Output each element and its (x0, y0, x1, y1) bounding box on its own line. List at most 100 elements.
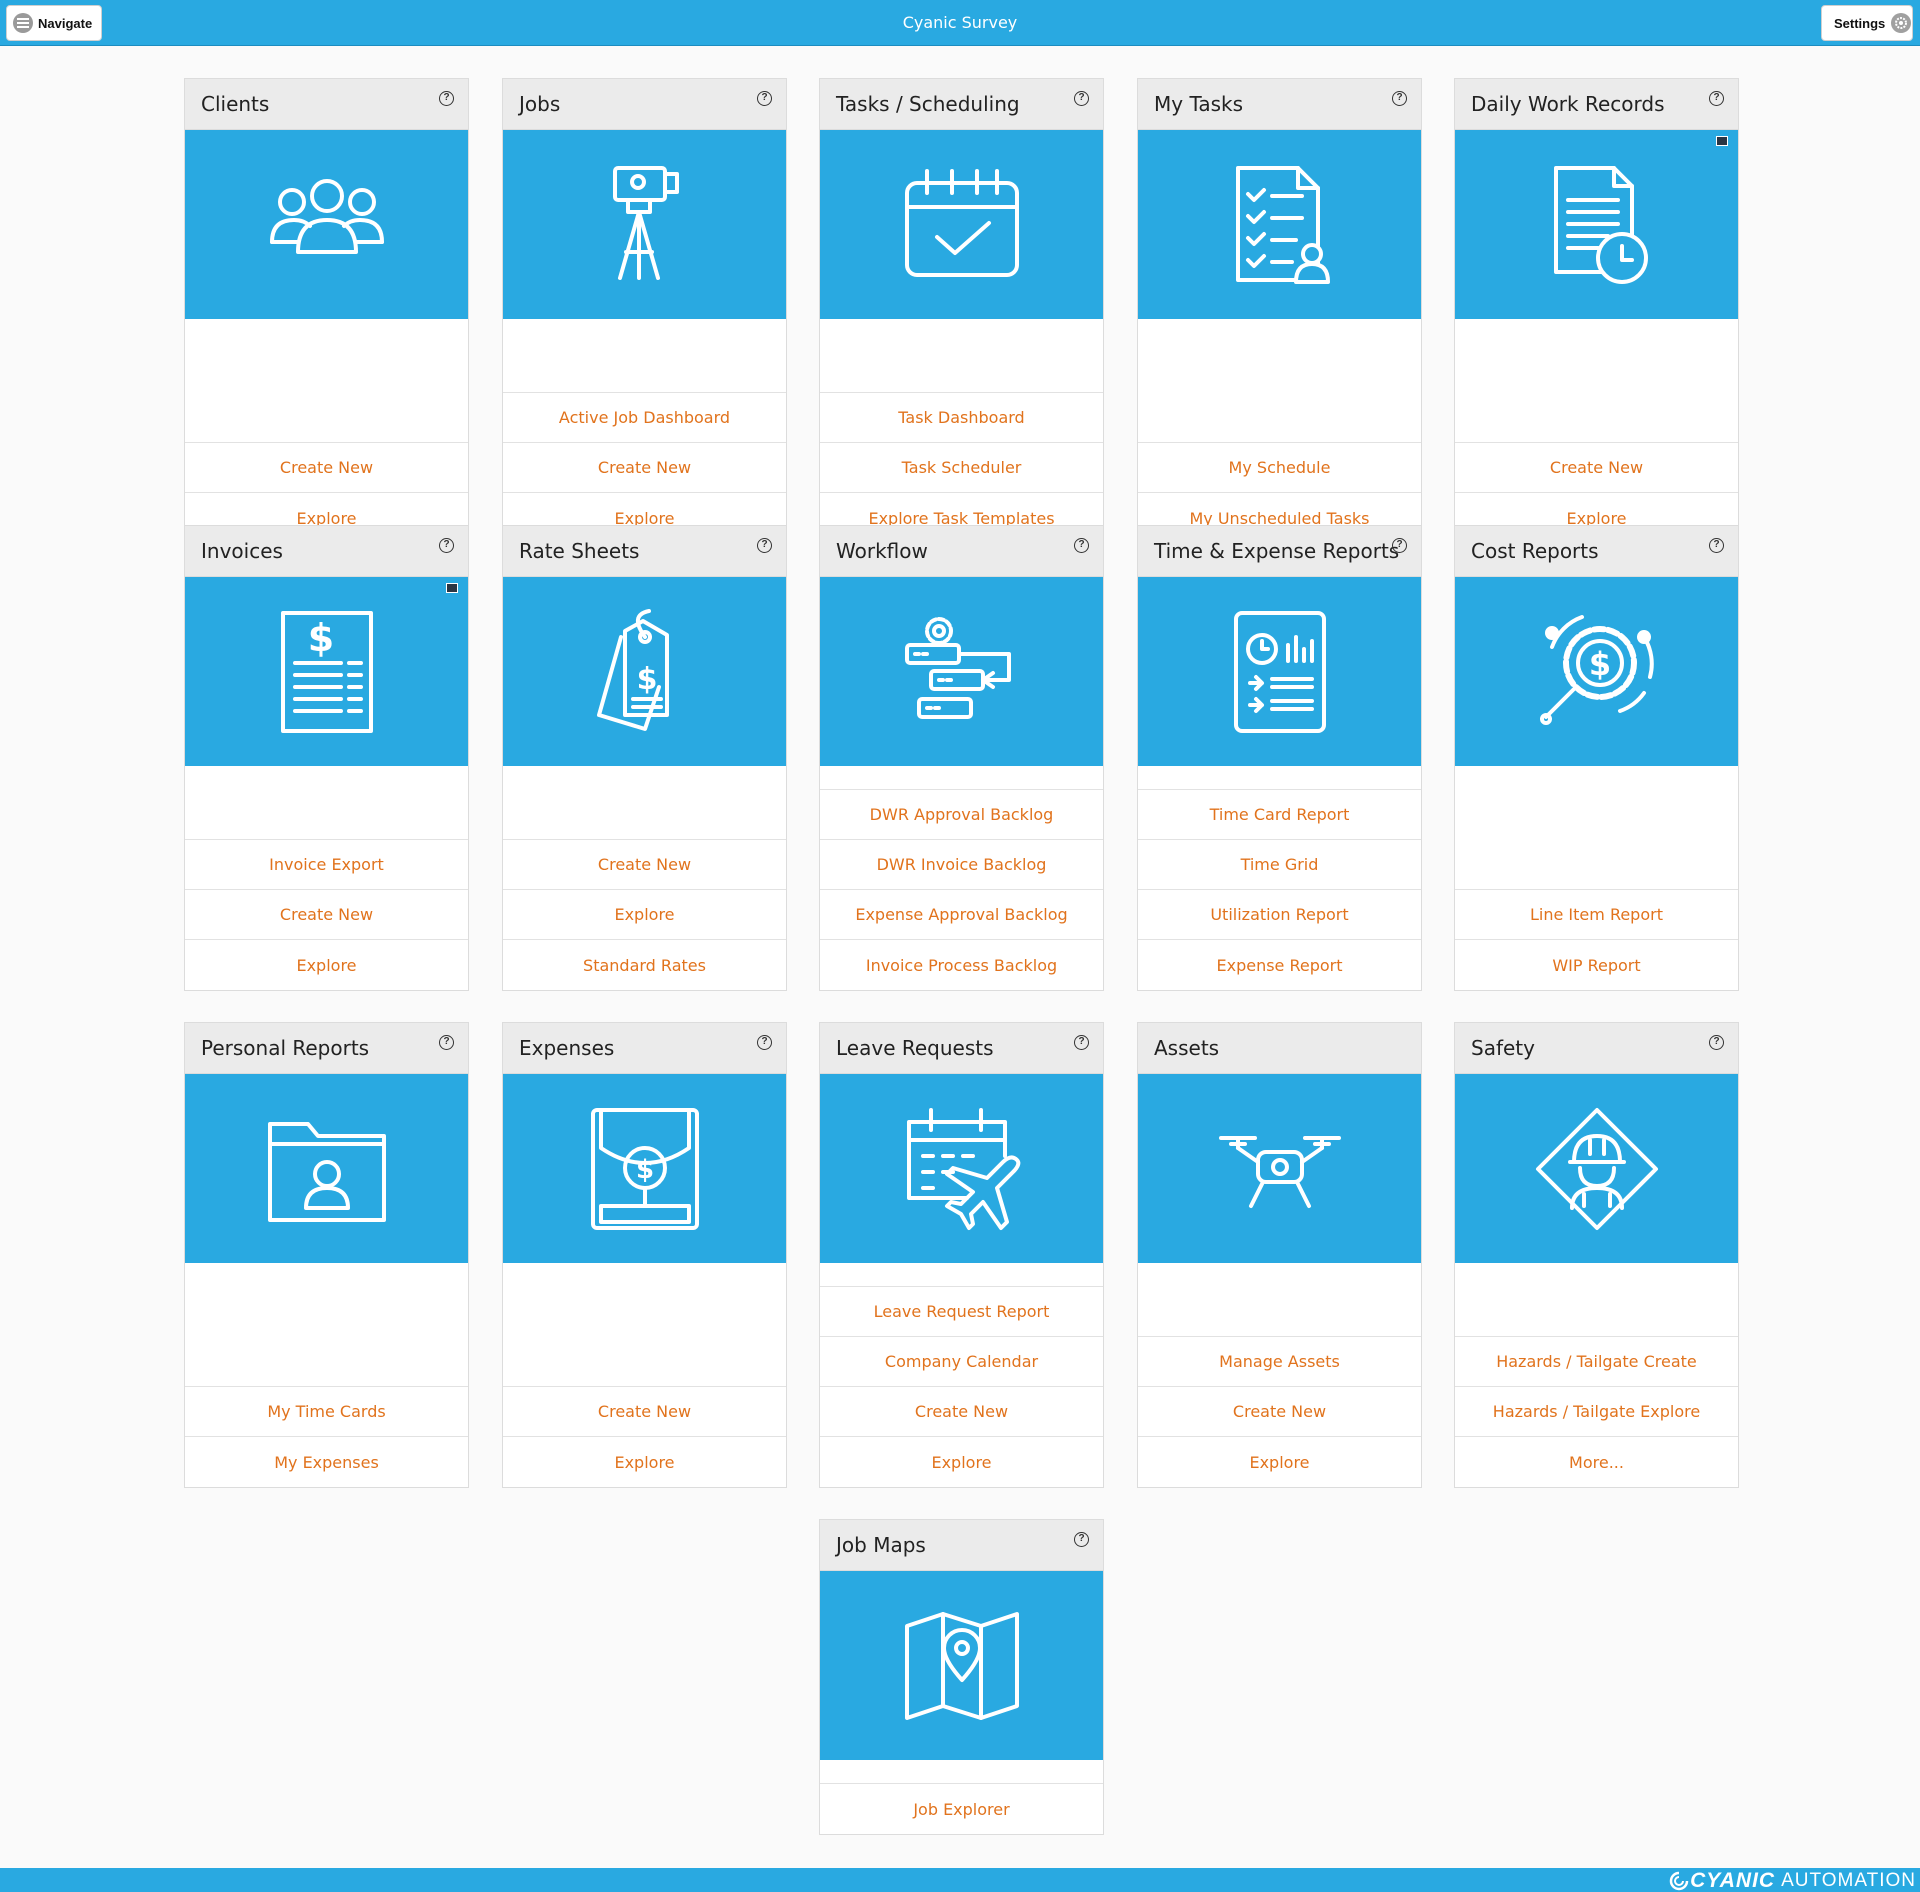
help-icon[interactable]: ? (757, 91, 772, 106)
help-icon[interactable]: ? (1074, 91, 1089, 106)
help-icon[interactable]: ? (1392, 538, 1407, 553)
help-icon[interactable]: ? (1709, 1035, 1724, 1050)
card-link[interactable]: DWR Approval Backlog (820, 790, 1103, 840)
help-icon[interactable]: ? (1074, 538, 1089, 553)
help-icon[interactable]: ? (1074, 1035, 1089, 1050)
map-pin-icon (897, 1606, 1027, 1726)
card-link[interactable]: Time Card Report (1138, 790, 1421, 840)
card-link[interactable]: Create New (1455, 443, 1738, 493)
card-tile[interactable] (1138, 1074, 1421, 1263)
card-tile[interactable]: $ (503, 1074, 786, 1263)
card-link[interactable]: Company Calendar (820, 1337, 1103, 1387)
module-card: Rate Sheets? $ Create New Explore Standard R… (502, 525, 787, 991)
card-title: My Tasks (1154, 92, 1244, 116)
card-link[interactable]: Invoice Process Backlog (820, 940, 1103, 990)
card-links: Invoice Export Create New Explore (185, 766, 468, 990)
card-link[interactable]: Standard Rates (503, 940, 786, 990)
card-link[interactable]: Create New (503, 840, 786, 890)
card-link[interactable]: Create New (185, 890, 468, 940)
help-icon[interactable]: ? (1074, 1532, 1089, 1547)
card-link[interactable]: Manage Assets (1138, 1337, 1421, 1387)
card-tile[interactable] (820, 1571, 1103, 1760)
card-link[interactable]: Task Scheduler (820, 443, 1103, 493)
module-card: Daily Work Records? Create New Explore (1454, 78, 1739, 544)
card-link[interactable]: Explore (1138, 1437, 1421, 1487)
card-link[interactable]: Expense Report (1138, 940, 1421, 990)
card-link[interactable]: WIP Report (1455, 940, 1738, 990)
card-header: Invoices? (185, 526, 468, 577)
card-tile[interactable] (185, 1074, 468, 1263)
card-tile[interactable] (820, 130, 1103, 319)
card-link[interactable]: More... (1455, 1437, 1738, 1487)
card-links: Create New Explore (185, 319, 468, 543)
card-links: Manage Assets Create New Explore (1138, 1263, 1421, 1487)
card-title: Personal Reports (201, 1036, 370, 1060)
card-link[interactable]: Create New (503, 443, 786, 493)
card-link[interactable]: My Time Cards (185, 1387, 468, 1437)
help-icon[interactable]: ? (439, 538, 454, 553)
card-title: Job Maps (836, 1533, 926, 1557)
card-title: Rate Sheets (519, 539, 640, 563)
card-tile[interactable] (1455, 130, 1738, 319)
card-header: Tasks / Scheduling? (820, 79, 1103, 130)
card-spacer (1138, 319, 1421, 443)
card-link[interactable]: Create New (1138, 1387, 1421, 1437)
card-link[interactable]: Create New (185, 443, 468, 493)
card-link[interactable]: Expense Approval Backlog (820, 890, 1103, 940)
card-link[interactable]: Invoice Export (185, 840, 468, 890)
module-card: Cost Reports? $ Line Item Report WIP Report (1454, 525, 1739, 991)
card-link[interactable]: Hazards / Tailgate Explore (1455, 1387, 1738, 1437)
card-tile[interactable] (1138, 577, 1421, 766)
help-icon[interactable]: ? (757, 1035, 772, 1050)
footer: CYANIC AUTOMATION (0, 1868, 1920, 1892)
card-title: Tasks / Scheduling (836, 92, 1020, 116)
card-tile[interactable] (503, 130, 786, 319)
card-tile[interactable] (820, 577, 1103, 766)
help-icon[interactable]: ? (1709, 538, 1724, 553)
module-card: Jobs? Active Job Dashboard Create New Explo… (502, 78, 787, 544)
card-link[interactable]: Explore (185, 940, 468, 990)
cost-gear-search-icon: $ (1532, 607, 1662, 737)
card-link[interactable]: Active Job Dashboard (503, 393, 786, 443)
help-icon[interactable]: ? (1709, 91, 1724, 106)
card-header: Safety? (1455, 1023, 1738, 1074)
card-link[interactable]: Explore (503, 890, 786, 940)
card-link[interactable]: DWR Invoice Backlog (820, 840, 1103, 890)
card-link[interactable]: Hazards / Tailgate Create (1455, 1337, 1738, 1387)
card-header: Leave Requests? (820, 1023, 1103, 1074)
card-link[interactable]: Leave Request Report (820, 1287, 1103, 1337)
card-links: Create New Explore (1455, 319, 1738, 543)
help-icon[interactable]: ? (757, 538, 772, 553)
card-link[interactable]: Create New (820, 1387, 1103, 1437)
help-icon[interactable]: ? (439, 91, 454, 106)
card-tile[interactable] (820, 1074, 1103, 1263)
settings-button[interactable]: Settings (1821, 5, 1913, 41)
card-header: Jobs? (503, 79, 786, 130)
card-tile[interactable] (1455, 1074, 1738, 1263)
card-link[interactable]: Line Item Report (1455, 890, 1738, 940)
card-links: My Schedule My Unscheduled Tasks (1138, 319, 1421, 543)
module-card: Personal Reports? My Time Cards My Expense… (184, 1022, 469, 1488)
card-link[interactable]: My Schedule (1138, 443, 1421, 493)
help-icon[interactable]: ? (439, 1035, 454, 1050)
card-tile[interactable] (1138, 130, 1421, 319)
card-link[interactable]: Explore (503, 1437, 786, 1487)
card-links: Time Card Report Time Grid Utilization Rep… (1138, 766, 1421, 990)
card-tile[interactable]: $ (1455, 577, 1738, 766)
card-link[interactable]: Explore (820, 1437, 1103, 1487)
card-spacer (820, 1760, 1103, 1784)
card-link[interactable]: My Expenses (185, 1437, 468, 1487)
card-link[interactable]: Job Explorer (820, 1784, 1103, 1834)
card-link[interactable]: Utilization Report (1138, 890, 1421, 940)
expense-envelope-icon: $ (585, 1104, 705, 1234)
card-tile[interactable]: $ (185, 577, 468, 766)
card-link[interactable]: Task Dashboard (820, 393, 1103, 443)
help-icon[interactable]: ? (1392, 91, 1407, 106)
card-header: Expenses? (503, 1023, 786, 1074)
card-tile[interactable] (185, 130, 468, 319)
card-link[interactable]: Create New (503, 1387, 786, 1437)
card-header: Workflow? (820, 526, 1103, 577)
card-links: Create New Explore Standard Rates (503, 766, 786, 990)
card-tile[interactable]: $ (503, 577, 786, 766)
card-link[interactable]: Time Grid (1138, 840, 1421, 890)
